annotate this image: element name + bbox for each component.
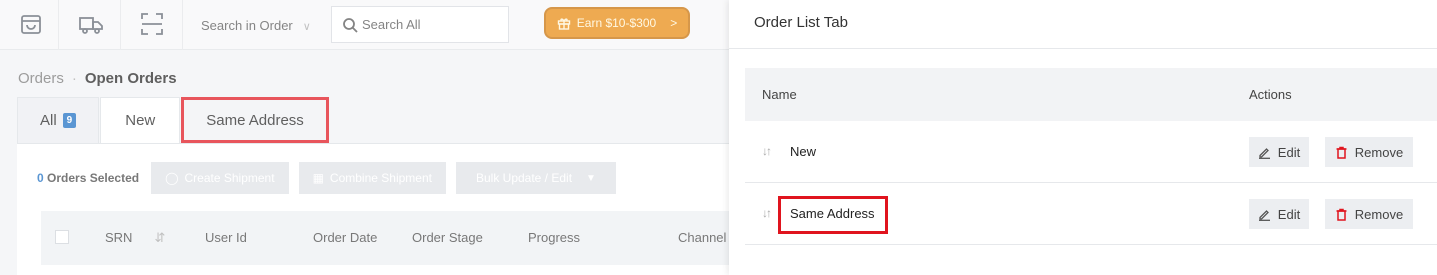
tab-new[interactable]: New [100, 97, 181, 143]
grid-icon: ▦ [312, 171, 324, 185]
shop-bag-icon[interactable] [18, 11, 44, 37]
top-bar: Search in Order ∨ Earn $10-$300 > [0, 0, 729, 50]
breadcrumb-separator: · [71, 70, 77, 87]
select-all-checkbox[interactable] [55, 230, 69, 244]
pencil-icon [1258, 209, 1270, 221]
bulk-toolbar: 0 Orders Selected ◯ Create Shipment ▦ Comb… [17, 162, 616, 194]
edit-button[interactable]: Edit [1249, 137, 1309, 167]
col-order-date[interactable]: Order Date [313, 230, 377, 245]
col-name: Name [762, 87, 797, 102]
drag-handle-icon[interactable]: ↓↑ [762, 206, 772, 220]
divider [182, 0, 183, 50]
page-title: Open Orders [84, 70, 177, 87]
col-progress[interactable]: Progress [528, 230, 580, 245]
tab-label: All [40, 112, 57, 129]
search-input[interactable] [362, 7, 502, 42]
sort-icon[interactable]: ⇵ [154, 230, 165, 245]
divider [120, 0, 121, 50]
create-shipment-button[interactable]: ◯ Create Shipment [151, 162, 289, 194]
table-row: ↓↑ Same Address Edit Remove [745, 183, 1437, 245]
search-icon [343, 18, 358, 33]
selected-count: 0 Orders Selected [37, 171, 140, 185]
orders-table-header: SRN ⇵ User Id Order Date Order Stage Prog… [41, 211, 729, 265]
remove-button[interactable]: Remove [1325, 137, 1413, 167]
divider [58, 0, 59, 50]
gift-icon [557, 18, 570, 30]
breadcrumb-root[interactable]: Orders [18, 70, 64, 87]
combine-shipment-button[interactable]: ▦ Combine Shipment [298, 162, 446, 194]
drawer-title: Order List Tab [754, 14, 848, 31]
shipment-icon: ◯ [165, 171, 179, 185]
earn-rewards-button[interactable]: Earn $10-$300 > [544, 7, 690, 39]
tab-label: New [125, 112, 156, 129]
count-badge: 9 [62, 113, 77, 128]
drag-handle-icon[interactable]: ↓↑ [762, 144, 772, 158]
chevron-right-icon: > [670, 16, 678, 30]
tab-same-address[interactable]: Same Address [181, 97, 329, 143]
trash-icon [1336, 208, 1347, 221]
tab-label: Same Address [206, 112, 304, 129]
col-channel[interactable]: Channel [678, 230, 726, 245]
edit-button[interactable]: Edit [1249, 199, 1309, 229]
trash-icon [1336, 146, 1347, 159]
scan-icon[interactable] [139, 11, 165, 37]
remove-button[interactable]: Remove [1325, 199, 1413, 229]
tab-list-header: Name Actions [745, 68, 1437, 121]
order-app: Search in Order ∨ Earn $10-$300 > Orders ·… [0, 0, 729, 275]
search-box[interactable] [331, 6, 509, 43]
col-actions: Actions [1249, 87, 1292, 102]
earn-label: Earn $10-$300 [576, 16, 657, 30]
search-scope-label: Search in Order [201, 18, 293, 33]
bulk-update-button[interactable]: Bulk Update / Edit ▼ [455, 162, 616, 194]
col-srn[interactable]: SRN ⇵ [105, 230, 165, 246]
divider [729, 48, 1437, 49]
breadcrumb: Orders · Open Orders [18, 70, 177, 87]
order-tabs: All 9 New Same Address [17, 97, 330, 143]
chevron-down-icon: ∨ [302, 21, 311, 33]
tab-all[interactable]: All 9 [17, 97, 100, 143]
highlight-box [778, 196, 888, 234]
col-order-stage[interactable]: Order Stage [412, 230, 483, 245]
truck-icon[interactable] [78, 11, 104, 37]
order-list-tab-drawer: Order List Tab Name Actions ↓↑ New Edit … [729, 0, 1437, 275]
tab-name: New [790, 144, 817, 159]
pencil-icon [1258, 147, 1270, 159]
tab-list-table: Name Actions ↓↑ New Edit Remove ↓↑ Same … [745, 68, 1437, 245]
col-user-id[interactable]: User Id [205, 230, 247, 245]
search-scope-select[interactable]: Search in Order ∨ [201, 18, 311, 33]
table-row: ↓↑ New Edit Remove [745, 121, 1437, 183]
caret-down-icon: ▼ [586, 172, 596, 184]
orders-panel: 0 Orders Selected ◯ Create Shipment ▦ Comb… [17, 143, 729, 275]
